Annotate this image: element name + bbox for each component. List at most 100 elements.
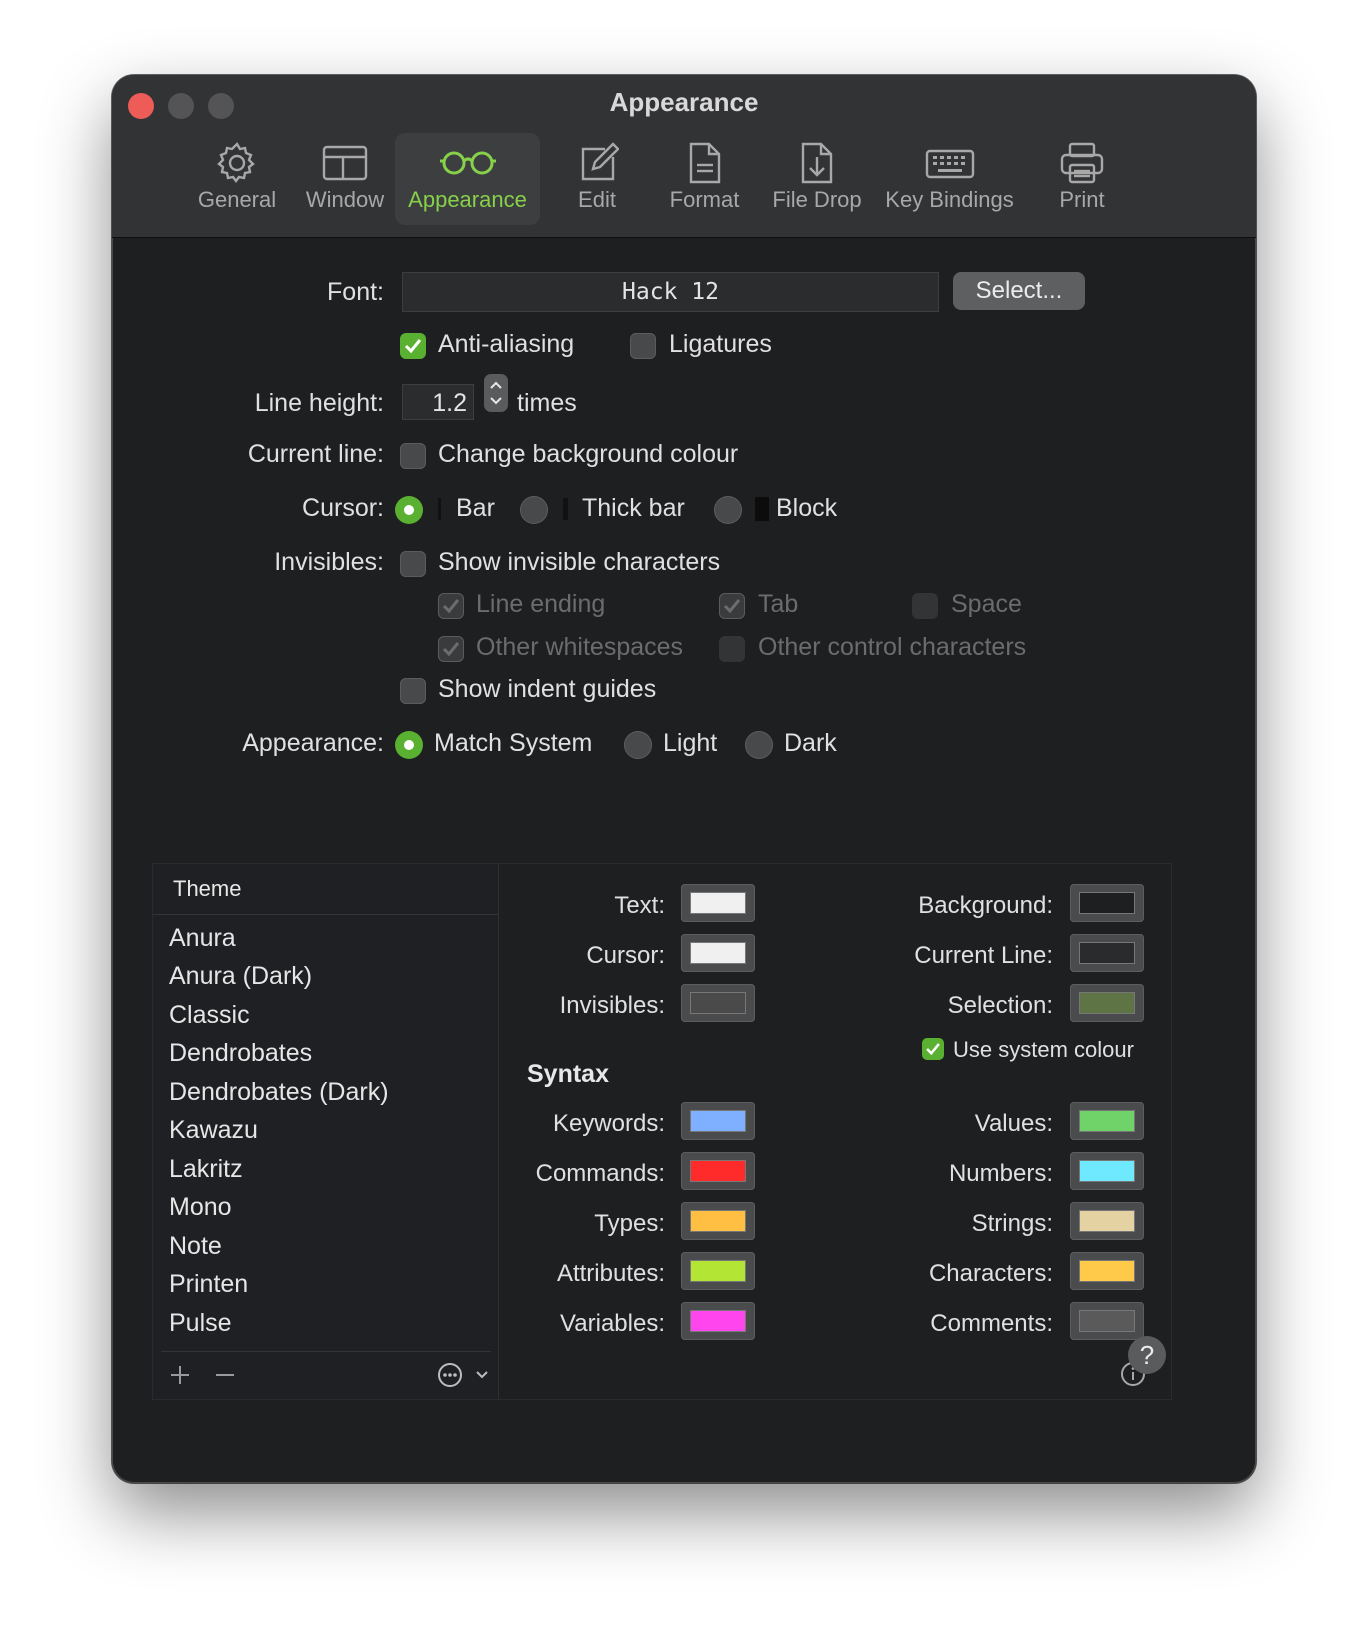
tab-edit[interactable]: Edit bbox=[552, 133, 642, 225]
cursor-color-well[interactable] bbox=[681, 934, 755, 972]
numbers-color-fill bbox=[1079, 1160, 1135, 1182]
change-background-checkbox[interactable] bbox=[400, 443, 426, 469]
appearance-match-system-radio[interactable] bbox=[395, 731, 423, 759]
font-field: Hack 12 bbox=[402, 272, 939, 312]
line-height-stepper[interactable] bbox=[484, 374, 508, 412]
invisibles-color-fill bbox=[690, 992, 746, 1014]
indent-guides-label: Show indent guides bbox=[438, 675, 657, 703]
anti-aliasing-checkbox[interactable] bbox=[400, 333, 426, 359]
change-background-label: Change background colour bbox=[438, 440, 739, 468]
checkmark-icon bbox=[926, 1043, 940, 1056]
values-color-well[interactable] bbox=[1070, 1102, 1144, 1140]
gear-icon bbox=[217, 142, 255, 183]
background-color-well[interactable] bbox=[1070, 884, 1144, 922]
stepper-arrows-icon bbox=[490, 381, 502, 405]
ligatures-label: Ligatures bbox=[669, 330, 772, 358]
theme-item[interactable]: Note bbox=[169, 1232, 222, 1261]
theme-item[interactable]: Dendrobates (Dark) bbox=[169, 1078, 389, 1107]
line-ending-checkbox[interactable] bbox=[438, 593, 464, 619]
cursor-bar-radio[interactable] bbox=[395, 496, 423, 524]
window-icon bbox=[322, 145, 368, 181]
theme-item[interactable]: Mono bbox=[169, 1193, 232, 1222]
other-control-checkbox[interactable] bbox=[719, 636, 745, 662]
current-line-color-label: Current Line: bbox=[914, 942, 1053, 969]
add-theme-icon[interactable] bbox=[169, 1364, 191, 1386]
numbers-color-well[interactable] bbox=[1070, 1152, 1144, 1190]
tab-window-label: Window bbox=[305, 187, 385, 212]
types-color-label: Types: bbox=[594, 1210, 665, 1237]
appearance-light-label: Light bbox=[663, 729, 718, 757]
appearance-dark-radio[interactable] bbox=[745, 731, 773, 759]
cursor-block-radio[interactable] bbox=[714, 496, 742, 524]
theme-item[interactable]: Anura (Dark) bbox=[169, 962, 312, 991]
document-icon bbox=[689, 142, 720, 184]
appearance-light-radio[interactable] bbox=[624, 731, 652, 759]
theme-item[interactable]: Classic bbox=[169, 1001, 250, 1030]
line-height-unit: times bbox=[517, 389, 577, 417]
selection-color-well[interactable] bbox=[1070, 984, 1144, 1022]
variables-color-well[interactable] bbox=[681, 1302, 755, 1340]
tab-file-drop[interactable]: File Drop bbox=[757, 133, 877, 225]
anti-aliasing-label: Anti-aliasing bbox=[438, 330, 575, 358]
tab-general-label: General bbox=[197, 187, 277, 212]
current-line-color-well[interactable] bbox=[1070, 934, 1144, 972]
tab-print[interactable]: Print bbox=[1037, 133, 1127, 225]
attributes-color-well[interactable] bbox=[681, 1252, 755, 1290]
cursor-thick-bar-label: Thick bar bbox=[582, 494, 685, 522]
remove-theme-icon[interactable] bbox=[214, 1364, 236, 1386]
variables-color-fill bbox=[690, 1310, 746, 1332]
tab-window[interactable]: Window bbox=[295, 133, 395, 225]
more-actions-icon[interactable] bbox=[437, 1362, 497, 1388]
theme-item[interactable]: Dendrobates bbox=[169, 1039, 312, 1068]
thick-bar-cursor-icon bbox=[563, 498, 568, 520]
theme-panel: Theme Anura Anura (Dark) Classic Dendrob… bbox=[152, 863, 1172, 1400]
select-font-button[interactable]: Select... bbox=[953, 272, 1085, 310]
tab-key-bindings-label: Key Bindings bbox=[885, 187, 1014, 212]
comments-color-well[interactable] bbox=[1070, 1302, 1144, 1340]
theme-item[interactable]: Printen bbox=[169, 1270, 248, 1299]
comments-color-fill bbox=[1079, 1310, 1135, 1332]
keywords-color-fill bbox=[690, 1110, 746, 1132]
tab-appearance[interactable]: Appearance bbox=[395, 133, 540, 225]
show-invisibles-checkbox[interactable] bbox=[400, 551, 426, 577]
values-color-fill bbox=[1079, 1110, 1135, 1132]
cursor-thick-bar-radio[interactable] bbox=[520, 496, 548, 524]
cursor-color-label: Cursor: bbox=[586, 942, 665, 969]
theme-item[interactable]: Lakritz bbox=[169, 1155, 243, 1184]
tab-file-drop-label: File Drop bbox=[772, 187, 862, 212]
ligatures-checkbox[interactable] bbox=[630, 333, 656, 359]
commands-color-fill bbox=[690, 1160, 746, 1182]
indent-guides-checkbox[interactable] bbox=[400, 678, 426, 704]
theme-list-divider bbox=[161, 1351, 491, 1352]
variables-color-label: Variables: bbox=[560, 1310, 665, 1337]
other-whitespaces-checkbox[interactable] bbox=[438, 636, 464, 662]
keywords-color-well[interactable] bbox=[681, 1102, 755, 1140]
checkmark-icon bbox=[442, 642, 460, 657]
theme-item[interactable]: Pulse bbox=[169, 1309, 232, 1338]
tab-format[interactable]: Format bbox=[657, 133, 752, 225]
space-checkbox[interactable] bbox=[912, 593, 938, 619]
line-height-field[interactable]: 1.2 bbox=[402, 384, 474, 420]
glasses-icon bbox=[439, 151, 496, 175]
theme-list[interactable]: Theme Anura Anura (Dark) Classic Dendrob… bbox=[153, 864, 499, 1399]
help-button[interactable]: ? bbox=[1128, 1336, 1166, 1374]
types-color-well[interactable] bbox=[681, 1202, 755, 1240]
theme-item[interactable]: Kawazu bbox=[169, 1116, 258, 1145]
use-system-colour-checkbox[interactable] bbox=[922, 1038, 944, 1060]
tab-invisible-checkbox[interactable] bbox=[719, 593, 745, 619]
text-color-well[interactable] bbox=[681, 884, 755, 922]
selection-color-fill bbox=[1079, 992, 1135, 1014]
characters-color-well[interactable] bbox=[1070, 1252, 1144, 1290]
invisibles-color-well[interactable] bbox=[681, 984, 755, 1022]
strings-color-well[interactable] bbox=[1070, 1202, 1144, 1240]
commands-color-well[interactable] bbox=[681, 1152, 755, 1190]
file-download-icon bbox=[801, 142, 833, 184]
tab-key-bindings[interactable]: Key Bindings bbox=[882, 133, 1017, 225]
checkmark-icon bbox=[442, 599, 460, 614]
tab-general[interactable]: General bbox=[187, 133, 287, 225]
theme-item[interactable]: Anura bbox=[169, 924, 236, 953]
preferences-window: Appearance General Window Appearance Edi… bbox=[112, 75, 1256, 1483]
attributes-color-label: Attributes: bbox=[556, 1260, 665, 1287]
printer-icon bbox=[1060, 142, 1104, 184]
space-label: Space bbox=[951, 590, 1022, 618]
